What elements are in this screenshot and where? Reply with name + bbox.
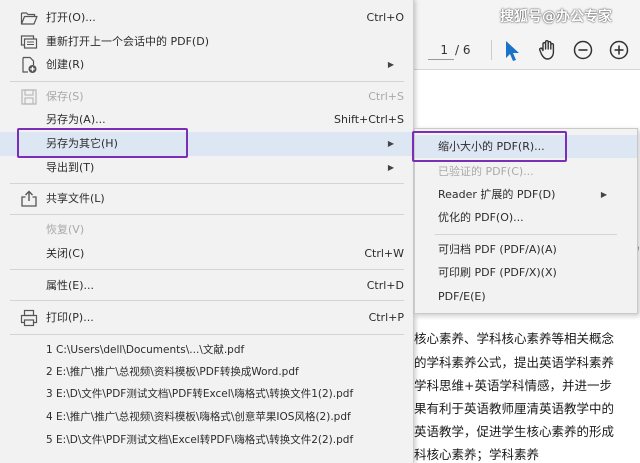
submenu-item-pdf-e[interactable]: PDF/E(E)	[415, 285, 637, 308]
menu-item-label: 已验证的 PDF(C)...	[438, 165, 534, 178]
menu-item-label: 关闭(C)	[46, 247, 85, 260]
folder-open-icon	[20, 12, 38, 25]
menu-item-label: 优化的 PDF(O)...	[438, 211, 524, 224]
menu-item-label: 恢复(V)	[46, 223, 85, 236]
menu-item-label: 重新打开上一个会话中的 PDF(D)	[46, 35, 209, 48]
document-text-line: 的学科素养公式，提出英语学科素养	[414, 355, 615, 370]
menu-separator	[10, 269, 404, 270]
menu-item-label: 打印(P)...	[46, 311, 94, 324]
menu-item-shortcut: Ctrl+W	[364, 247, 404, 260]
menu-item-label: 导出到(T)	[46, 161, 95, 174]
document-text-line: 果有利于英语教师厘清英语教学中的	[414, 401, 615, 416]
menu-item-shortcut: Ctrl+O	[366, 11, 404, 24]
menu-item-shortcut: Shift+Ctrl+S	[334, 113, 404, 126]
submenu-item-reader-extended-pdf[interactable]: Reader 扩展的 PDF(D) ▶	[415, 183, 637, 206]
menu-item-label: 可归档 PDF (PDF/A)(A)	[438, 243, 557, 256]
reopen-session-icon	[20, 35, 38, 49]
save-as-other-submenu: 缩小大小的 PDF(R)... 已验证的 PDF(C)... Reader 扩展…	[414, 128, 638, 314]
submenu-arrow-icon: ▶	[387, 139, 394, 148]
menu-separator	[10, 81, 404, 82]
menu-item-close[interactable]: 关闭(C) Ctrl+W	[0, 242, 414, 266]
menu-item-label: 属性(E)...	[46, 279, 95, 292]
submenu-item-archivable-pdf[interactable]: 可归档 PDF (PDF/A)(A)	[415, 238, 637, 261]
menu-item-save-as-other[interactable]: 另存为其它(H) ▶	[0, 132, 414, 156]
menu-item-shortcut: Ctrl+P	[368, 311, 404, 324]
menu-item-label: 打开(O)...	[46, 11, 96, 24]
menu-item-share-file[interactable]: 共享文件(L)	[0, 187, 414, 211]
recent-file-item[interactable]: 1 C:\Users\dell\Documents\...\文献.pdf	[46, 340, 244, 360]
menu-item-label: 另存为其它(H)	[46, 137, 118, 150]
submenu-arrow-icon: ▶	[387, 60, 394, 69]
menu-item-label: 可印刷 PDF (PDF/X)(X)	[438, 266, 557, 279]
save-icon	[21, 89, 37, 105]
document-text-line: 科核心素养；学科素养	[414, 447, 540, 462]
submenu-item-reduced-size-pdf[interactable]: 缩小大小的 PDF(R)...	[415, 135, 637, 158]
menu-item-label: 另存为(A)...	[46, 113, 106, 126]
submenu-item-optimized-pdf[interactable]: 优化的 PDF(O)...	[415, 206, 637, 229]
create-pdf-icon	[22, 56, 37, 73]
recent-file-item[interactable]: 2 E:\推广\推广\总视频\资料模板\PDF转换成Word.pdf	[46, 362, 299, 382]
menu-item-label: 保存(S)	[46, 90, 84, 103]
select-cursor-icon[interactable]	[503, 40, 521, 62]
menu-item-label: Reader 扩展的 PDF(D)	[438, 188, 556, 201]
hand-tool-icon[interactable]	[537, 39, 559, 61]
file-menu: 打开(O)... Ctrl+O 重新打开上一个会话中的 PDF(D) 创建(R)…	[0, 0, 414, 463]
menu-separator	[435, 234, 617, 235]
submenu-item-printable-pdf[interactable]: 可印刷 PDF (PDF/X)(X)	[415, 261, 637, 284]
page-number-input[interactable]: 1	[428, 40, 454, 60]
menu-item-shortcut: Ctrl+D	[366, 279, 404, 292]
menu-separator	[10, 334, 404, 335]
menu-separator	[10, 183, 404, 184]
printer-icon	[20, 309, 38, 327]
menu-item-properties[interactable]: 属性(E)... Ctrl+D	[0, 274, 414, 298]
menu-separator	[10, 214, 404, 215]
recent-file-item[interactable]: 4 E:\推广\推广\总视频\资料模板\嗨格式\创意苹果IOS风格(2).pdf	[46, 407, 351, 427]
zoom-in-icon[interactable]	[609, 40, 629, 60]
menu-item-export-to[interactable]: 导出到(T) ▶	[0, 156, 414, 180]
recent-file-item[interactable]: 5 E:\D\文件\PDF测试文档\Excel转PDF\嗨格式\转换文件2(2)…	[46, 430, 353, 450]
menu-item-open[interactable]: 打开(O)... Ctrl+O	[0, 6, 414, 30]
menu-item-label: PDF/E(E)	[438, 290, 486, 303]
menu-item-label: 缩小大小的 PDF(R)...	[438, 140, 545, 153]
menu-item-create[interactable]: 创建(R) ▶	[0, 53, 414, 77]
menu-item-reopen-session[interactable]: 重新打开上一个会话中的 PDF(D)	[0, 30, 414, 54]
menu-item-save[interactable]: 保存(S) Ctrl+S	[0, 85, 414, 109]
recent-file-item[interactable]: 3 E:\D\文件\PDF测试文档\PDF转Excel\嗨格式\转换文件1(2)…	[46, 384, 353, 404]
menu-item-label: 创建(R)	[46, 58, 85, 71]
submenu-arrow-icon: ▶	[387, 163, 394, 172]
menu-item-shortcut: Ctrl+S	[368, 90, 404, 103]
menu-item-print[interactable]: 打印(P)... Ctrl+P	[0, 306, 414, 330]
submenu-item-certified-pdf[interactable]: 已验证的 PDF(C)...	[415, 160, 637, 183]
document-text-line: 英语教学，促进学生核心素养的形成	[414, 424, 615, 439]
menu-separator	[10, 300, 404, 301]
share-icon	[21, 190, 37, 207]
document-text-line: 核心素养、学科核心素养等相关概念	[414, 331, 615, 346]
menu-item-label: 共享文件(L)	[46, 192, 105, 205]
document-text-line: 学科思维+英语学科情感，并进一步	[414, 378, 612, 393]
toolbar-divider	[491, 40, 492, 60]
submenu-arrow-icon: ▶	[600, 190, 607, 199]
menu-item-save-as[interactable]: 另存为(A)... Shift+Ctrl+S	[0, 108, 414, 132]
menu-item-revert[interactable]: 恢复(V)	[0, 218, 414, 242]
zoom-out-icon[interactable]	[573, 40, 593, 60]
watermark: 搜狐号@办公专家	[500, 9, 612, 25]
page-total: / 6	[455, 43, 471, 57]
